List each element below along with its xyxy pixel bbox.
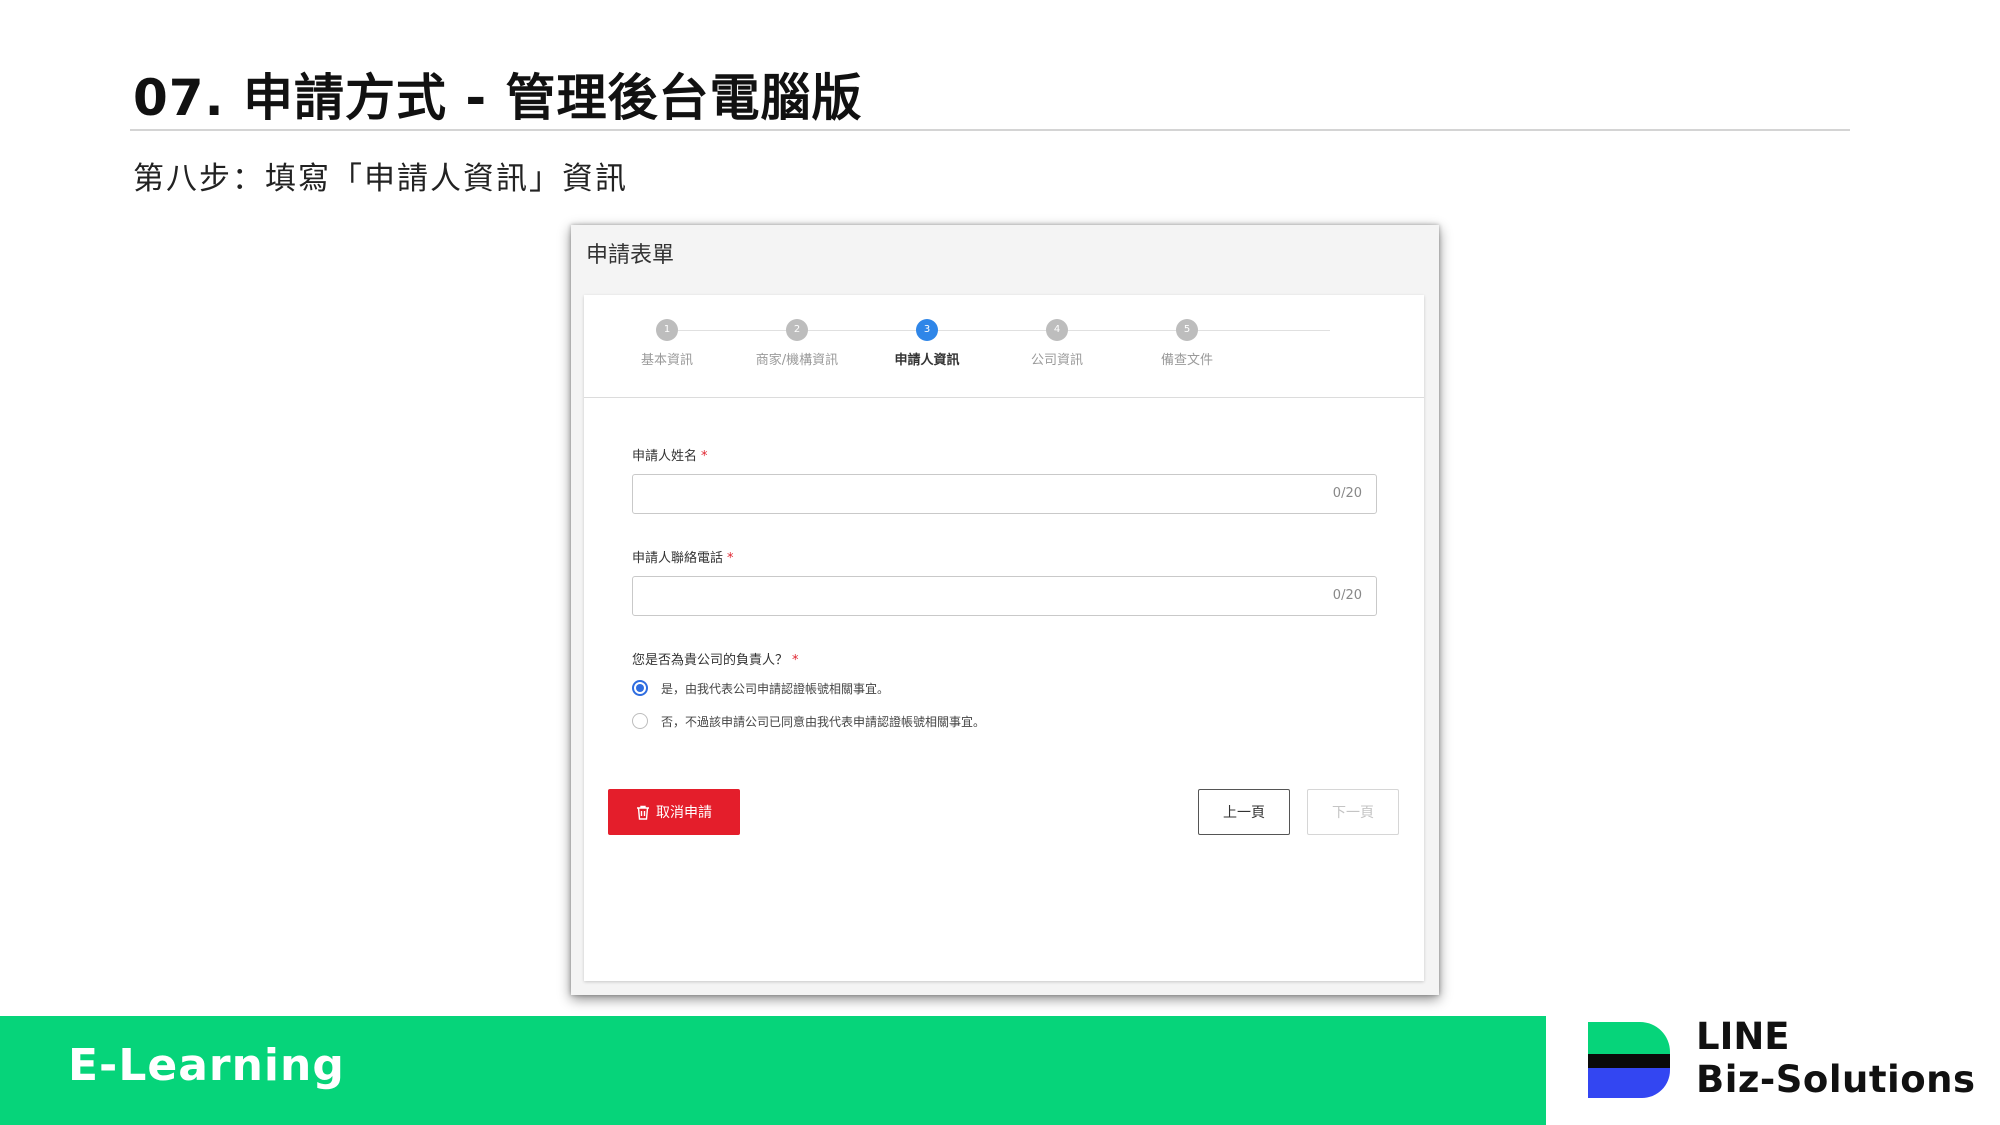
character-counter: 0/20 — [1332, 588, 1362, 603]
application-form-screenshot: 申請表單 1 基本資訊 2 商家/機構資訊 3 申請人資訊 4 公司資訊 5 備 — [571, 225, 1439, 995]
slide-title: 07. 申請方式 - 管理後台電腦版 — [133, 69, 863, 127]
logo-biz-solutions-text: Biz-Solutions — [1696, 1058, 1976, 1101]
responsible-question-text: 您是否為貴公司的負責人？ — [632, 653, 789, 668]
radio-option-no[interactable]: 否，不過該申請公司已同意由我代表申請認證帳號相關事宜。 — [632, 710, 985, 732]
applicant-phone-input[interactable]: 0/20 — [632, 576, 1377, 616]
title-divider — [130, 129, 1850, 131]
footer-elearning-label: E-Learning — [68, 1040, 345, 1091]
applicant-phone-label: 申請人聯絡電話 * — [632, 547, 734, 566]
radio-button-checked[interactable] — [632, 680, 648, 696]
step-number-badge: 2 — [786, 319, 808, 341]
applicant-name-label: 申請人姓名 * — [632, 445, 708, 464]
required-mark: * — [727, 551, 734, 566]
slide-subtitle: 第八步：填寫「申請人資訊」資訊 — [133, 161, 628, 197]
character-counter: 0/20 — [1332, 486, 1362, 501]
cancel-button-label: 取消申請 — [656, 805, 712, 821]
radio-option-label: 是，由我代表公司申請認證帳號相關事宜。 — [661, 681, 890, 696]
radio-option-label: 否，不過該申請公司已同意由我代表申請認證帳號相關事宜。 — [661, 714, 986, 729]
step-documents[interactable]: 5 備查文件 — [1104, 319, 1270, 368]
previous-page-button[interactable]: 上一頁 — [1198, 789, 1290, 835]
required-mark: * — [792, 653, 799, 668]
step-number-badge: 5 — [1176, 319, 1198, 341]
form-window-title: 申請表單 — [586, 243, 675, 268]
step-number-badge: 1 — [656, 319, 678, 341]
radio-option-yes[interactable]: 是，由我代表公司申請認證帳號相關事宜。 — [632, 677, 889, 699]
step-label: 備查文件 — [1160, 353, 1213, 368]
form-card: 1 基本資訊 2 商家/機構資訊 3 申請人資訊 4 公司資訊 5 備查文件 申… — [584, 295, 1424, 981]
trash-icon — [637, 805, 649, 820]
step-number-badge: 4 — [1046, 319, 1068, 341]
progress-stepper: 1 基本資訊 2 商家/機構資訊 3 申請人資訊 4 公司資訊 5 備查文件 — [584, 295, 1424, 398]
logo-line-text: LINE — [1696, 1015, 1790, 1058]
line-biz-logo-icon — [1588, 1022, 1670, 1098]
required-mark: * — [701, 449, 708, 464]
applicant-name-input[interactable]: 0/20 — [632, 474, 1377, 514]
radio-button-unchecked[interactable] — [632, 713, 648, 729]
applicant-name-label-text: 申請人姓名 — [632, 449, 698, 464]
cancel-application-button[interactable]: 取消申請 — [608, 789, 740, 835]
footer-bar: E-Learning — [0, 1016, 1546, 1125]
applicant-phone-label-text: 申請人聯絡電話 — [632, 551, 724, 566]
next-page-button[interactable]: 下一頁 — [1307, 789, 1399, 835]
responsible-question-label: 您是否為貴公司的負責人？ * — [632, 649, 799, 668]
step-number-badge: 3 — [916, 319, 938, 341]
